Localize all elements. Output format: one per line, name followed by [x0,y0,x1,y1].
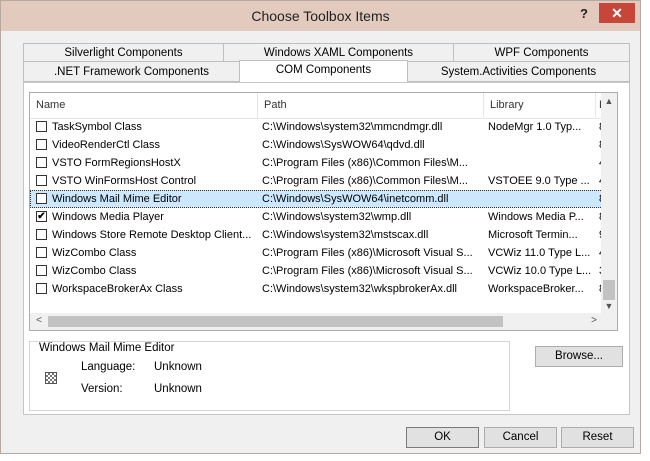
language-value: Unknown [154,361,202,373]
close-button[interactable]: ✕ [599,3,635,23]
tab-net-framework-components[interactable]: .NET Framework Components [23,61,240,82]
row-path: C:\Windows\system32\mstscax.dll [262,229,429,241]
row-path: C:\Windows\SysWOW64\inetcomm.dll [262,193,449,205]
ok-button[interactable]: OK [406,427,479,448]
row-checkbox[interactable] [36,193,47,204]
row-path: C:\Windows\system32\mmcndmgr.dll [262,121,443,133]
column-header-path[interactable]: Path [258,93,484,118]
list-header: Name Path Library L [30,93,606,119]
tab-silverlight-components[interactable]: Silverlight Components [23,43,224,62]
table-row[interactable]: WizCombo Class C:\Program Files (x86)\Mi… [30,262,603,280]
row-library: Windows Media P... [488,211,584,223]
row-name: TaskSymbol Class [52,121,142,133]
row-name: WorkspaceBrokerAx Class [52,283,183,295]
title-bar[interactable]: Choose Toolbox Items ? ✕ [1,1,640,31]
row-checkbox-checked[interactable]: ✔ [36,211,47,222]
table-row[interactable]: WizCombo Class C:\Program Files (x86)\Mi… [30,244,603,262]
row-path: C:\Program Files (x86)\Common Files\M... [262,157,468,169]
horizontal-scroll-thumb[interactable] [48,316,503,327]
row-library [488,136,594,154]
table-row[interactable]: VideoRenderCtl Class C:\Windows\SysWOW64… [30,136,603,154]
dialog-title: Choose Toolbox Items [251,8,390,24]
row-name: WizCombo Class [52,265,137,277]
component-icon [45,372,57,384]
table-row[interactable]: VSTO WinFormsHost Control C:\Program Fil… [30,172,603,190]
row-library [488,190,594,208]
row-library [488,154,594,172]
row-library: Microsoft Termin... [488,229,578,241]
row-name: Windows Store Remote Desktop Client... [52,229,252,241]
tab-system-activities-components[interactable]: System.Activities Components [407,61,630,82]
tab-com-components[interactable]: COM Components [239,60,408,82]
details-group-title: Windows Mail Mime Editor [37,342,177,354]
row-path: C:\Windows\system32\wmp.dll [262,211,412,223]
choose-toolbox-items-dialog: Choose Toolbox Items ? ✕ Silverlight Com… [0,0,641,454]
scroll-right-icon[interactable]: > [587,315,601,329]
reset-button[interactable]: Reset [561,427,634,448]
table-row[interactable]: TaskSymbol Class C:\Windows\system32\mmc… [30,118,603,136]
row-library: VCWiz 11.0 Type L... [488,247,591,259]
table-row-selected[interactable]: Windows Mail Mime Editor C:\Windows\SysW… [30,190,603,208]
version-value: Unknown [154,383,202,395]
row-path: C:\Windows\system32\wkspbrokerAx.dll [262,283,458,295]
row-name: VSTO FormRegionsHostX [52,157,181,169]
browse-button[interactable]: Browse... [535,346,623,367]
column-header-name[interactable]: Name [30,93,258,118]
row-name: WizCombo Class [52,247,137,259]
table-row[interactable]: WorkspaceBrokerAx Class C:\Windows\syste… [30,280,603,298]
table-row[interactable]: VSTO FormRegionsHostX C:\Program Files (… [30,154,603,172]
table-row[interactable]: Windows Store Remote Desktop Client... C… [30,226,603,244]
row-name: VSTO WinFormsHost Control [52,175,197,187]
scroll-left-icon[interactable]: < [32,315,46,329]
row-path: C:\Program Files (x86)\Common Files\M... [262,175,468,187]
vertical-scroll-thumb[interactable] [603,280,615,300]
component-list[interactable]: Name Path Library L TaskSymbol Class C:\… [29,92,618,331]
row-checkbox[interactable] [36,265,47,276]
table-row[interactable]: ✔ Windows Media Player C:\Windows\system… [30,208,603,226]
close-icon: ✕ [611,5,623,21]
row-checkbox[interactable] [36,139,47,150]
row-checkbox[interactable] [36,175,47,186]
row-checkbox[interactable] [36,247,47,258]
row-library: VSTOEE 9.0 Type ... [488,175,590,187]
scroll-down-icon[interactable]: ▼ [601,301,617,313]
help-button[interactable]: ? [573,4,595,24]
row-name: VideoRenderCtl Class [52,139,161,151]
scroll-up-icon[interactable]: ▲ [601,96,617,110]
cancel-button[interactable]: Cancel [484,427,557,448]
row-library: NodeMgr 1.0 Typ... [488,121,582,133]
row-name: Windows Media Player [52,211,164,223]
row-path: C:\Program Files (x86)\Microsoft Visual … [262,247,473,259]
row-checkbox[interactable] [36,283,47,294]
row-checkbox[interactable] [36,157,47,168]
row-checkbox[interactable] [36,121,47,132]
row-library: VCWiz 10.0 Type L... [488,265,592,277]
version-label: Version: [81,383,123,395]
row-name: Windows Mail Mime Editor [52,193,182,205]
row-path: C:\Windows\SysWOW64\qdvd.dll [262,139,425,151]
vertical-scrollbar[interactable]: ▲ ▼ [601,93,617,313]
scrollbar-corner [601,313,617,330]
horizontal-scrollbar[interactable]: < > [30,313,603,330]
row-path: C:\Program Files (x86)\Microsoft Visual … [262,265,473,277]
column-header-library[interactable]: Library [484,93,596,118]
row-checkbox[interactable] [36,229,47,240]
tab-wpf-components[interactable]: WPF Components [453,43,630,62]
row-library: WorkspaceBroker... [488,283,584,295]
language-label: Language: [81,361,136,373]
